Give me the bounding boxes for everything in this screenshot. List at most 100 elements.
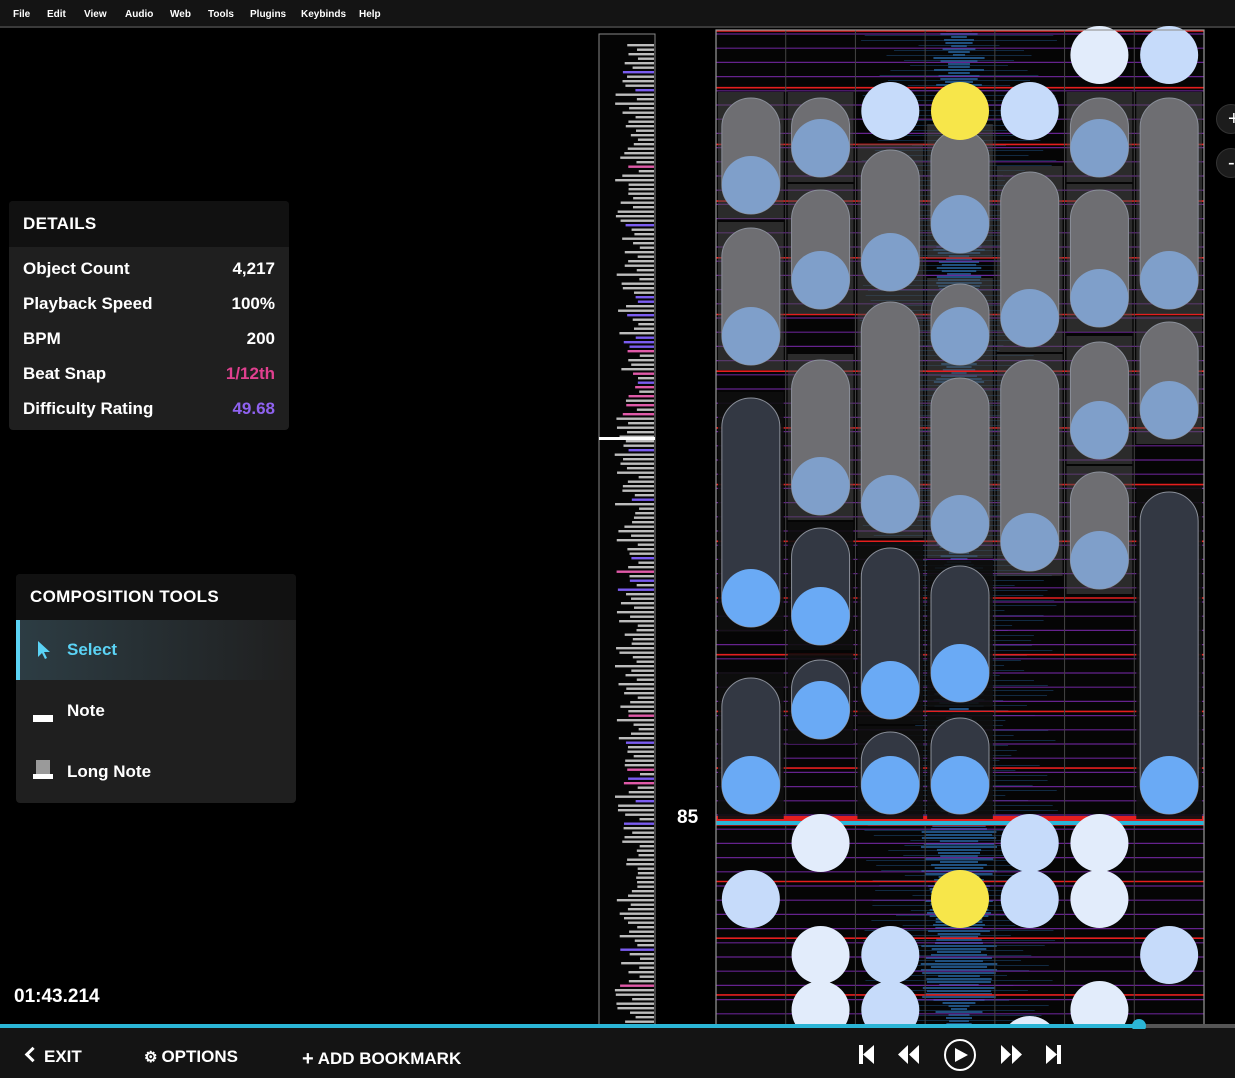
waveform-line xyxy=(859,320,1059,321)
waveform-line xyxy=(913,100,1005,101)
overview-bar xyxy=(639,845,654,848)
waveform-line xyxy=(935,906,983,908)
overview-bar xyxy=(615,503,654,506)
waveform-line xyxy=(940,60,978,62)
long-note-shadow xyxy=(1136,486,1202,819)
menu-edit[interactable]: Edit xyxy=(47,9,66,20)
options-button[interactable]: ⚙ OPTIONS xyxy=(144,1047,238,1067)
overview-bar xyxy=(614,453,654,456)
zoom-in-button[interactable]: + xyxy=(1216,104,1235,134)
menu-help[interactable]: Help xyxy=(359,9,381,20)
waveform-line xyxy=(870,300,1048,301)
waveform-line xyxy=(948,552,970,554)
menu-view[interactable]: View xyxy=(84,9,107,20)
overview-bar xyxy=(617,1007,654,1010)
hit-line xyxy=(716,821,1204,825)
waveform-line xyxy=(938,747,980,749)
waveform-line xyxy=(947,690,971,692)
long-note-body xyxy=(1139,321,1199,440)
waveform-line xyxy=(933,999,985,1001)
skip-end-icon[interactable] xyxy=(1046,1045,1061,1064)
overview-bar xyxy=(620,602,654,605)
waveform-line xyxy=(917,120,1001,121)
menu-keybinds[interactable]: Keybinds xyxy=(301,9,346,20)
transport-controls xyxy=(859,1039,1061,1071)
zoom-out-button[interactable]: - xyxy=(1216,148,1235,178)
waveform-line xyxy=(949,819,969,821)
waveform-line xyxy=(945,81,973,83)
waveform-line xyxy=(942,399,976,401)
waveform-line xyxy=(948,51,970,53)
overview-bar xyxy=(619,912,654,915)
overview-bar xyxy=(636,629,654,632)
waveform-line xyxy=(926,912,992,914)
waveform-line xyxy=(871,920,1047,921)
waveform-line xyxy=(949,111,969,113)
detail-value: 100% xyxy=(231,294,275,313)
waveform-line xyxy=(934,894,984,896)
waveform-line xyxy=(860,450,1058,451)
waveform-line xyxy=(950,645,968,647)
menu-tools[interactable]: Tools xyxy=(208,9,234,20)
long-note-head xyxy=(1070,531,1129,589)
waveform-line xyxy=(940,78,978,80)
waveform-line xyxy=(865,980,1053,981)
overview-bar xyxy=(625,759,654,762)
overview-bar xyxy=(622,71,654,74)
waveform-line xyxy=(938,459,980,461)
waveform-line xyxy=(937,675,981,677)
menu-web[interactable]: Web xyxy=(170,9,191,20)
waveform-line xyxy=(891,210,1027,211)
menu-plugins[interactable]: Plugins xyxy=(250,9,286,20)
waveform-line xyxy=(938,426,980,428)
playfield xyxy=(716,30,1204,1026)
waveform-line xyxy=(936,672,982,674)
waveform-line xyxy=(861,160,1057,161)
long-note-head xyxy=(861,756,920,814)
waveform-line xyxy=(930,954,988,956)
long-note-head xyxy=(791,587,850,645)
waveform-line xyxy=(948,402,970,404)
waveform-line xyxy=(880,365,1038,366)
skip-start-icon[interactable] xyxy=(859,1045,874,1064)
waveform-line xyxy=(940,375,978,377)
waveform-line xyxy=(869,1005,1049,1006)
add-bookmark-button[interactable]: + ADD BOOKMARK xyxy=(302,1047,461,1070)
overview-bar xyxy=(626,305,654,308)
waveform-line xyxy=(934,444,984,446)
overview-bar xyxy=(624,264,654,267)
overview-bar xyxy=(615,179,654,182)
waveform-line xyxy=(941,264,977,266)
editor-canvas[interactable] xyxy=(0,0,1235,1078)
overview-bar xyxy=(628,422,654,425)
waveform-line xyxy=(914,390,1004,391)
waveform-line xyxy=(935,99,983,101)
long-note-body xyxy=(860,547,920,720)
waveform-line xyxy=(947,114,971,116)
overview-bar xyxy=(620,705,654,708)
menu-file[interactable]: File xyxy=(13,9,30,20)
waveform-line xyxy=(943,522,975,524)
waveform-line xyxy=(893,670,1025,671)
waveform-line xyxy=(941,438,977,440)
waveform-line xyxy=(918,995,1000,996)
menu-audio[interactable]: Audio xyxy=(125,9,153,20)
overview-bar xyxy=(637,377,654,380)
fast-forward-icon[interactable] xyxy=(1001,1045,1022,1064)
rewind-icon[interactable] xyxy=(898,1045,919,1064)
waveform-line xyxy=(950,90,968,92)
exit-button[interactable]: EXIT xyxy=(24,1046,82,1067)
long-note-body xyxy=(791,359,851,516)
waveform-line xyxy=(935,942,983,944)
tool-long-note[interactable]: Long Note xyxy=(16,742,296,802)
tool-select[interactable]: Select xyxy=(16,620,296,680)
overview-bar xyxy=(633,143,654,146)
seek-bar[interactable] xyxy=(0,1019,1235,1033)
long-note-selection xyxy=(927,278,993,370)
overview-bar xyxy=(627,750,654,753)
tool-note[interactable]: Note xyxy=(16,681,296,741)
waveform-line xyxy=(864,830,1054,831)
waveform-line xyxy=(873,245,1045,246)
overview-bar xyxy=(636,48,654,51)
overview-bar xyxy=(616,899,654,902)
